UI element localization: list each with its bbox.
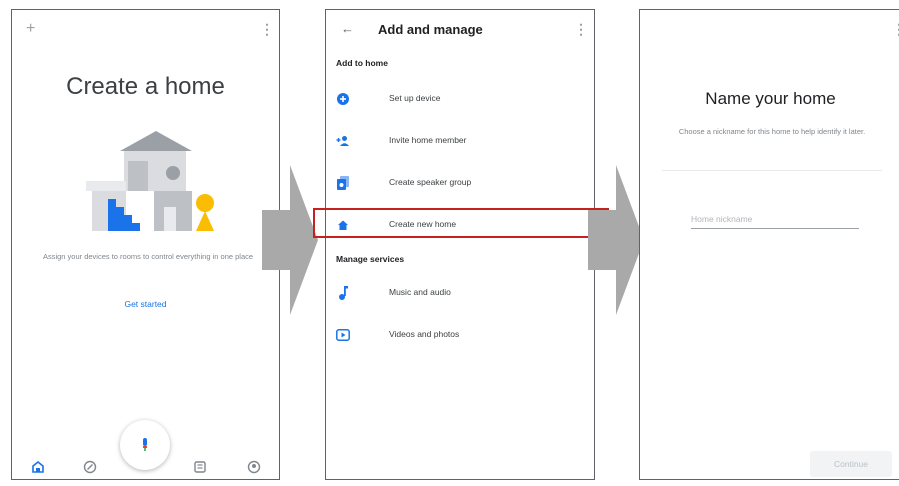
home-illustration	[86, 131, 214, 231]
music-note-icon	[336, 286, 350, 300]
nav-discover-icon[interactable]	[82, 459, 98, 475]
nav-home-icon[interactable]	[30, 459, 46, 475]
flow-arrow-2	[588, 165, 644, 315]
add-and-manage-screen: ← Add and manage ⋮ Add to home Set up de…	[325, 9, 595, 480]
menu-item-label: Videos and photos	[389, 329, 460, 339]
name-your-home-screen: ⋮ Name your home Choose a nickname for t…	[639, 9, 899, 480]
get-started-link[interactable]: Get started	[12, 299, 279, 309]
menu-item-set-up-device[interactable]: Set up device	[326, 84, 594, 114]
description-text: Assign your devices to rooms to control …	[42, 252, 254, 261]
plus-circle-icon	[336, 92, 350, 106]
description-text: Choose a nickname for this home to help …	[678, 127, 866, 136]
section-add-to-home: Add to home	[336, 58, 388, 68]
divider	[662, 170, 882, 171]
video-icon	[336, 328, 350, 342]
mic-button[interactable]	[120, 420, 170, 470]
add-icon[interactable]: +	[26, 20, 35, 38]
section-manage-services: Manage services	[336, 254, 405, 264]
back-arrow-icon[interactable]: ←	[341, 21, 354, 36]
more-vert-icon[interactable]: ⋮	[892, 21, 899, 38]
create-home-screen: + ⋮ Create a home Assign your devices to…	[11, 9, 280, 480]
menu-item-videos-and-photos[interactable]: Videos and photos	[326, 320, 594, 350]
page-title: Add and manage	[378, 22, 483, 37]
page-title: Name your home	[705, 89, 836, 108]
nav-feed-icon[interactable]	[192, 459, 208, 475]
menu-item-label: Set up device	[389, 93, 441, 103]
mic-icon	[143, 438, 147, 451]
menu-item-label: Music and audio	[389, 287, 451, 297]
menu-item-label: Invite home member	[389, 135, 467, 145]
highlight-box	[313, 208, 609, 238]
menu-item-label: Create speaker group	[389, 177, 472, 187]
menu-item-create-speaker-group[interactable]: Create speaker group	[326, 168, 594, 198]
nav-account-icon[interactable]	[246, 459, 262, 475]
continue-button[interactable]: Continue	[810, 451, 892, 477]
person-add-icon	[336, 134, 350, 148]
more-vert-icon[interactable]: ⋮	[574, 21, 588, 38]
more-vert-icon[interactable]: ⋮	[260, 21, 274, 38]
menu-item-music-and-audio[interactable]: Music and audio	[326, 278, 594, 308]
menu-item-invite-home-member[interactable]: Invite home member	[326, 126, 594, 156]
flow-arrow-1	[262, 165, 318, 315]
page-title: Create a home	[66, 73, 225, 100]
speaker-group-icon	[336, 176, 350, 190]
home-nickname-input[interactable]	[691, 210, 859, 229]
